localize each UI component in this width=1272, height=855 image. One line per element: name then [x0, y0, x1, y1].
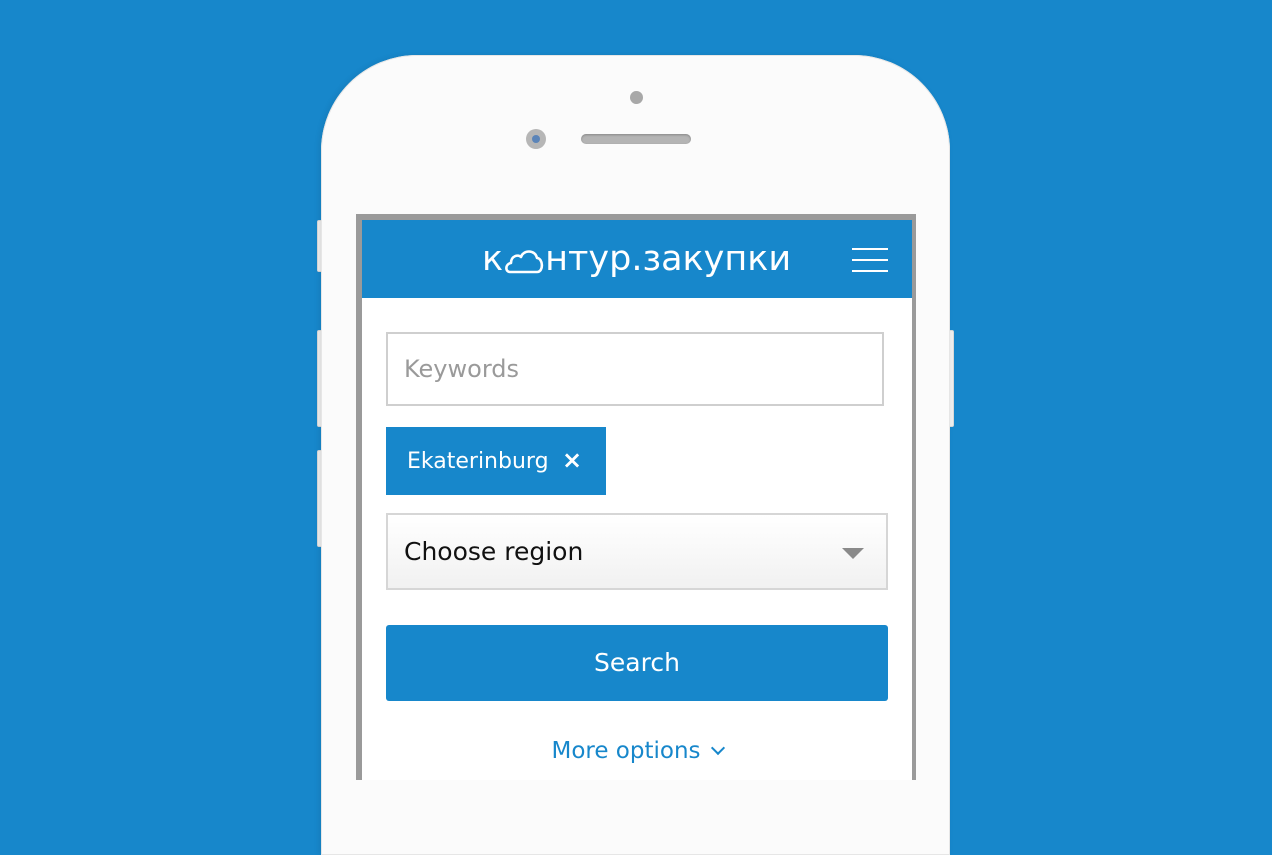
more-options-label: More options [551, 738, 701, 764]
chip-label: Ekaterinburg [407, 448, 549, 474]
front-camera-icon [526, 129, 546, 149]
caret-down-icon [842, 548, 864, 559]
app-header: к нтур.закупки [362, 220, 912, 298]
earpiece-speaker [581, 134, 691, 144]
chevron-down-icon [710, 740, 725, 756]
close-icon[interactable]: × [560, 448, 584, 472]
proximity-sensor [630, 91, 643, 104]
selected-region-chip: Ekaterinburg × [386, 427, 606, 495]
keywords-input[interactable] [386, 332, 884, 406]
region-dropdown[interactable]: Choose region [386, 513, 888, 590]
brand-logo[interactable]: к нтур.закупки [482, 236, 791, 282]
cloud-icon [505, 250, 544, 274]
more-options-link[interactable]: More options [362, 738, 912, 764]
app-viewport: к нтур.закупки Ekaterinburg × Choose reg… [362, 220, 912, 780]
logo-text-suffix: нтур.закупки [545, 239, 792, 279]
region-dropdown-label: Choose region [404, 537, 584, 566]
search-button[interactable]: Search [386, 625, 888, 701]
menu-icon[interactable] [852, 248, 888, 272]
logo-text-prefix: к [482, 239, 504, 279]
phone-screen: к нтур.закупки Ekaterinburg × Choose reg… [356, 214, 916, 780]
